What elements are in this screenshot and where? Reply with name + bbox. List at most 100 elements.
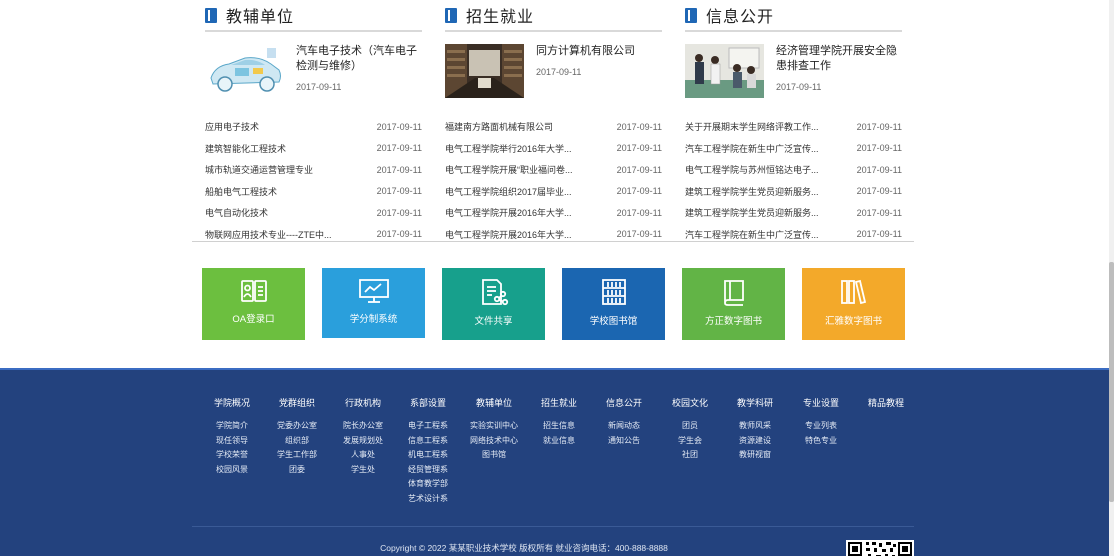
featured-title[interactable]: 同方计算机有限公司 xyxy=(536,44,635,59)
footer-link[interactable]: 学生会 xyxy=(661,434,719,449)
footer-link[interactable]: 就业信息 xyxy=(530,434,588,449)
footer-link[interactable]: 人事处 xyxy=(334,448,392,463)
list-item[interactable]: 建筑智能化工程技术 2017-09-11 xyxy=(205,138,422,160)
tile-file-sharing[interactable]: 文件共享 xyxy=(442,268,545,340)
monitor-chart-icon xyxy=(358,279,389,303)
people-meeting-image[interactable] xyxy=(685,44,764,98)
footer-divider xyxy=(192,526,914,527)
list-item[interactable]: 建筑工程学院学生党员迎新服务... 2017-09-11 xyxy=(685,202,902,224)
footer-link[interactable]: 组织部 xyxy=(268,434,326,449)
column-title[interactable]: 教辅单位 xyxy=(226,3,294,27)
book-icon xyxy=(445,7,457,23)
featured-title[interactable]: 汽车电子技术（汽车电子检测与维修） xyxy=(296,44,422,74)
footer-link[interactable]: 现任领导 xyxy=(203,434,261,449)
featured-title[interactable]: 经济管理学院开展安全隐患排查工作 xyxy=(776,44,902,74)
footer-link[interactable]: 专业列表 xyxy=(792,419,850,434)
column-title[interactable]: 信息公开 xyxy=(706,3,774,27)
list-item[interactable]: 电气工程学院开展“职业福问卷... 2017-09-11 xyxy=(445,159,662,181)
tile-school-library[interactable]: 学校图书馆 xyxy=(562,268,665,340)
footer-link[interactable]: 新闻动态 xyxy=(595,419,653,434)
library-hall-image[interactable] xyxy=(445,44,524,98)
footer-link[interactable]: 经贸管理系 xyxy=(399,463,457,478)
footer-link[interactable]: 院长办公室 xyxy=(334,419,392,434)
car-schematic-image[interactable] xyxy=(205,44,284,98)
tile-founder-digital-books[interactable]: 方正数字图书 xyxy=(682,268,785,340)
featured-article[interactable]: 经济管理学院开展安全隐患排查工作 2017-09-11 xyxy=(685,44,902,100)
document-share-icon xyxy=(481,279,508,306)
news-list: 关于开展期末学生网络评教工作... 2017-09-11 汽车工程学院在新生中广泛… xyxy=(685,116,902,245)
footer-link[interactable]: 实验实训中心 xyxy=(465,419,523,434)
featured-article[interactable]: 汽车电子技术（汽车电子检测与维修） 2017-09-11 xyxy=(205,44,422,100)
footer-link[interactable]: 教师风采 xyxy=(726,419,784,434)
news-column-disclosure: 信息公开 经济管理学院开展安全隐患排查工作 2017-09-11 关于开展期末学… xyxy=(685,0,902,245)
book-icon xyxy=(723,280,744,306)
footer-heading[interactable]: 精品教程 xyxy=(857,396,915,409)
footer-link[interactable]: 学生处 xyxy=(334,463,392,478)
list-item[interactable]: 电气工程学院举行2016年大学... 2017-09-11 xyxy=(445,138,662,160)
footer-link[interactable]: 社团 xyxy=(661,448,719,463)
footer-column: 行政机构 院长办公室 发展规划处 人事处 学生处 xyxy=(334,396,392,477)
footer-link[interactable]: 网络技术中心 xyxy=(465,434,523,449)
footer-column: 党群组织 党委办公室 组织部 学生工作部 团委 xyxy=(268,396,326,477)
footer-link[interactable]: 图书馆 xyxy=(465,448,523,463)
column-header: 信息公开 xyxy=(685,0,902,32)
list-item[interactable]: 关于开展期末学生网络评教工作... 2017-09-11 xyxy=(685,116,902,138)
footer-link[interactable]: 体育教学部 xyxy=(399,477,457,492)
list-item[interactable]: 汽车工程学院在新生中广泛宣传... 2017-09-11 xyxy=(685,138,902,160)
footer-link[interactable]: 发展规划处 xyxy=(334,434,392,449)
list-item[interactable]: 电气自动化技术 2017-09-11 xyxy=(205,202,422,224)
footer-link[interactable]: 艺术设计系 xyxy=(399,492,457,507)
list-item[interactable]: 电气工程学院组织2017届毕业... 2017-09-11 xyxy=(445,181,662,203)
column-title[interactable]: 招生就业 xyxy=(466,3,534,27)
footer-link[interactable]: 团员 xyxy=(661,419,719,434)
footer-link[interactable]: 资源建设 xyxy=(726,434,784,449)
book-icon xyxy=(205,7,217,23)
footer-link[interactable]: 教研视窗 xyxy=(726,448,784,463)
footer-link[interactable]: 通知公告 xyxy=(595,434,653,449)
footer-link[interactable]: 电子工程系 xyxy=(399,419,457,434)
list-item[interactable]: 应用电子技术 2017-09-11 xyxy=(205,116,422,138)
news-list: 福建南方路面机械有限公司 2017-09-11 电气工程学院举行2016年大学..… xyxy=(445,116,662,245)
tile-label: 学校图书馆 xyxy=(589,316,638,327)
footer-column: 招生就业 招生信息 就业信息 xyxy=(530,396,588,448)
footer-column: 信息公开 新闻动态 通知公告 xyxy=(595,396,653,448)
footer-heading[interactable]: 学院概况 xyxy=(203,396,261,409)
featured-article[interactable]: 同方计算机有限公司 2017-09-11 xyxy=(445,44,662,100)
footer-heading[interactable]: 党群组织 xyxy=(268,396,326,409)
footer-heading[interactable]: 系部设置 xyxy=(399,396,457,409)
footer-heading[interactable]: 校园文化 xyxy=(661,396,719,409)
list-item[interactable]: 电气工程学院与苏州恒铭达电子... 2017-09-11 xyxy=(685,159,902,181)
tile-credit-system[interactable]: 学分制系统 xyxy=(322,268,425,338)
list-item[interactable]: 城市轨道交通运营管理专业 2017-09-11 xyxy=(205,159,422,181)
tile-oa-login[interactable]: OA登录口 xyxy=(202,268,305,340)
footer-heading[interactable]: 信息公开 xyxy=(595,396,653,409)
footer-link[interactable]: 校园风景 xyxy=(203,463,261,478)
featured-date: 2017-09-11 xyxy=(296,82,342,92)
footer-heading[interactable]: 行政机构 xyxy=(334,396,392,409)
featured-date: 2017-09-11 xyxy=(776,82,822,92)
footer-link[interactable]: 招生信息 xyxy=(530,419,588,434)
footer-link[interactable]: 信息工程系 xyxy=(399,434,457,449)
tile-label: 学分制系统 xyxy=(349,314,398,325)
qr-code-icon xyxy=(846,540,914,556)
tile-huiya-digital-books[interactable]: 汇雅数字图书 xyxy=(802,268,905,340)
column-header: 教辅单位 xyxy=(205,0,422,32)
footer-link[interactable]: 团委 xyxy=(268,463,326,478)
footer-link[interactable]: 学院简介 xyxy=(203,419,261,434)
footer-link[interactable]: 党委办公室 xyxy=(268,419,326,434)
footer-link[interactable]: 学生工作部 xyxy=(268,448,326,463)
footer-link[interactable]: 机电工程系 xyxy=(399,448,457,463)
list-item[interactable]: 电气工程学院开展2016年大学... 2017-09-11 xyxy=(445,202,662,224)
footer-heading[interactable]: 教学科研 xyxy=(726,396,784,409)
footer-heading[interactable]: 招生就业 xyxy=(530,396,588,409)
footer-heading[interactable]: 教辅单位 xyxy=(465,396,523,409)
list-item[interactable]: 福建南方路面机械有限公司 2017-09-11 xyxy=(445,116,662,138)
footer-link[interactable]: 学校荣誉 xyxy=(203,448,261,463)
list-item[interactable]: 船舶电气工程技术 2017-09-11 xyxy=(205,181,422,203)
list-item[interactable]: 建筑工程学院学生党员迎新服务... 2017-09-11 xyxy=(685,181,902,203)
footer-heading[interactable]: 专业设置 xyxy=(792,396,850,409)
footer-link[interactable]: 特色专业 xyxy=(792,434,850,449)
footer-column: 系部设置 电子工程系 信息工程系 机电工程系 经贸管理系 体育教学部 艺术设计系 xyxy=(399,396,457,506)
footer-column: 校园文化 团员 学生会 社团 xyxy=(661,396,719,463)
footer-column: 学院概况 学院简介 现任领导 学校荣誉 校园风景 xyxy=(203,396,261,477)
